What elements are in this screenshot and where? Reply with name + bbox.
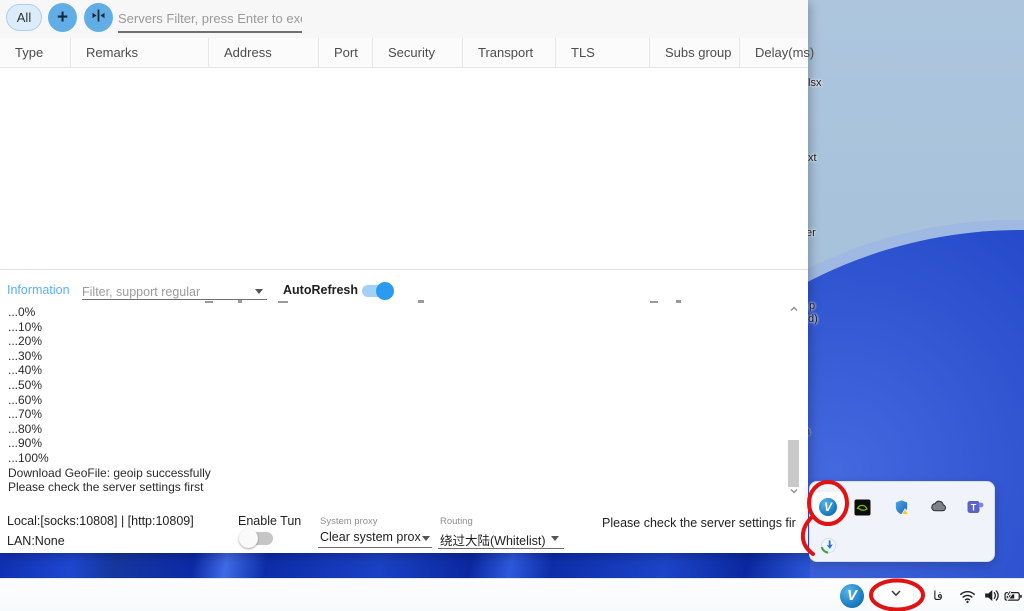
column-header-delay[interactable]: Delay(ms): [740, 38, 808, 67]
taskbar: V فا: [0, 578, 1024, 611]
column-header-tls[interactable]: TLS: [556, 38, 650, 67]
scroll-up-icon[interactable]: [789, 304, 799, 314]
column-header-remarks[interactable]: Remarks: [71, 38, 209, 67]
column-header-transport[interactable]: Transport: [463, 38, 556, 67]
desktop-icon-label[interactable]: p: [809, 300, 815, 312]
log-line: ...0%: [8, 305, 778, 320]
status-message: Please check the server settings fir: [602, 516, 796, 530]
server-table-header: Type Remarks Address Port Security Trans…: [0, 38, 808, 68]
wifi-icon[interactable]: [955, 579, 979, 611]
tray-overflow-flyout: V T: [809, 481, 995, 562]
language-indicator[interactable]: فا: [926, 579, 950, 611]
v2rayn-window: All + Type Remarks Address Port Security…: [0, 0, 808, 553]
server-table-body-empty[interactable]: [0, 68, 808, 269]
log-filter-placeholder: Filter, support regular: [82, 285, 200, 299]
chevron-down-icon[interactable]: [551, 536, 559, 541]
desktop-icon-label[interactable]: xt: [808, 152, 817, 164]
log-output[interactable]: ...0% ...10% ...20% ...30% ...40% ...50%…: [8, 305, 778, 495]
log-line: ...20%: [8, 334, 778, 349]
tab-information[interactable]: Information: [7, 283, 70, 297]
toggle-knob: [376, 282, 394, 300]
windows-security-shield-icon[interactable]: [892, 498, 910, 516]
log-line: ...60%: [8, 393, 778, 408]
log-filter-combobox[interactable]: Filter, support regular: [82, 283, 267, 300]
desktop-icon-label[interactable]: d): [808, 313, 818, 325]
column-header-port[interactable]: Port: [319, 38, 373, 67]
add-server-button[interactable]: +: [48, 3, 77, 32]
log-line: ...70%: [8, 407, 778, 422]
autorefresh-toggle[interactable]: [362, 285, 392, 297]
wallpaper-strip: [0, 552, 810, 578]
nvidia-settings-icon[interactable]: [853, 498, 871, 516]
log-line: ...90%: [8, 436, 778, 451]
svg-text:T: T: [970, 502, 976, 512]
column-header-security[interactable]: Security: [373, 38, 463, 67]
column-header-subsgroup[interactable]: Subs group: [650, 38, 740, 67]
battery-charging-icon[interactable]: [1001, 579, 1024, 611]
server-toolbar: All +: [0, 0, 808, 38]
log-line: ...30%: [8, 349, 778, 364]
log-line: ...40%: [8, 363, 778, 378]
servers-filter-input[interactable]: [118, 6, 302, 33]
idm-icon[interactable]: [819, 536, 837, 554]
lan-info: LAN:None: [7, 534, 65, 548]
v2rayn-tray-icon[interactable]: V: [819, 498, 837, 516]
log-line: Please check the server settings first: [8, 480, 778, 495]
log-line: ...80%: [8, 422, 778, 437]
panel-splitter[interactable]: [0, 269, 808, 270]
toggle-knob: [239, 529, 258, 548]
autorefresh-label: AutoRefresh: [283, 283, 358, 297]
cloud-icon[interactable]: [930, 498, 948, 516]
desktop-icon-label[interactable]: lsx: [808, 77, 821, 89]
column-header-type[interactable]: Type: [0, 38, 71, 67]
subscription-group-all-button[interactable]: All: [6, 4, 42, 31]
v2rayn-logo-icon: V: [840, 584, 864, 608]
scrollbar-thumb[interactable]: [788, 440, 799, 487]
adjust-columns-button[interactable]: [84, 3, 113, 32]
clipped-log-line: [8, 300, 768, 304]
log-line: ...50%: [8, 378, 778, 393]
log-line: ...100%: [8, 451, 778, 466]
enable-tun-label: Enable Tun: [238, 514, 301, 528]
enable-tun-toggle[interactable]: [241, 532, 273, 545]
log-scrollbar[interactable]: [787, 302, 801, 498]
combo-underline: [438, 548, 564, 549]
chevron-down-icon[interactable]: [422, 536, 430, 541]
teams-icon[interactable]: T: [966, 498, 984, 516]
log-line: ...10%: [8, 320, 778, 335]
log-line: Download GeoFile: geoip successfully: [8, 466, 778, 481]
local-ports-info: Local:[socks:10808] | [http:10809]: [7, 514, 194, 528]
scroll-down-icon[interactable]: [789, 486, 799, 496]
column-header-address[interactable]: Address: [209, 38, 319, 67]
combo-underline: [318, 547, 432, 548]
v2rayn-taskbar-icon[interactable]: V: [838, 579, 866, 611]
routing-label: Routing: [440, 516, 473, 527]
screen: lsx xt er p d) n All + Type Remarks Addr…: [0, 0, 1024, 611]
show-hidden-icons-button[interactable]: [879, 582, 913, 609]
routing-combobox[interactable]: 绕过大陆(Whitelist): [440, 530, 546, 549]
system-proxy-combobox[interactable]: Clear system prox: [320, 530, 421, 544]
volume-icon[interactable]: [979, 579, 1003, 611]
chevron-down-icon: [889, 586, 903, 605]
system-proxy-label: System proxy: [320, 516, 378, 527]
chevron-down-icon: [255, 289, 263, 294]
split-arrows-icon: [91, 8, 106, 28]
